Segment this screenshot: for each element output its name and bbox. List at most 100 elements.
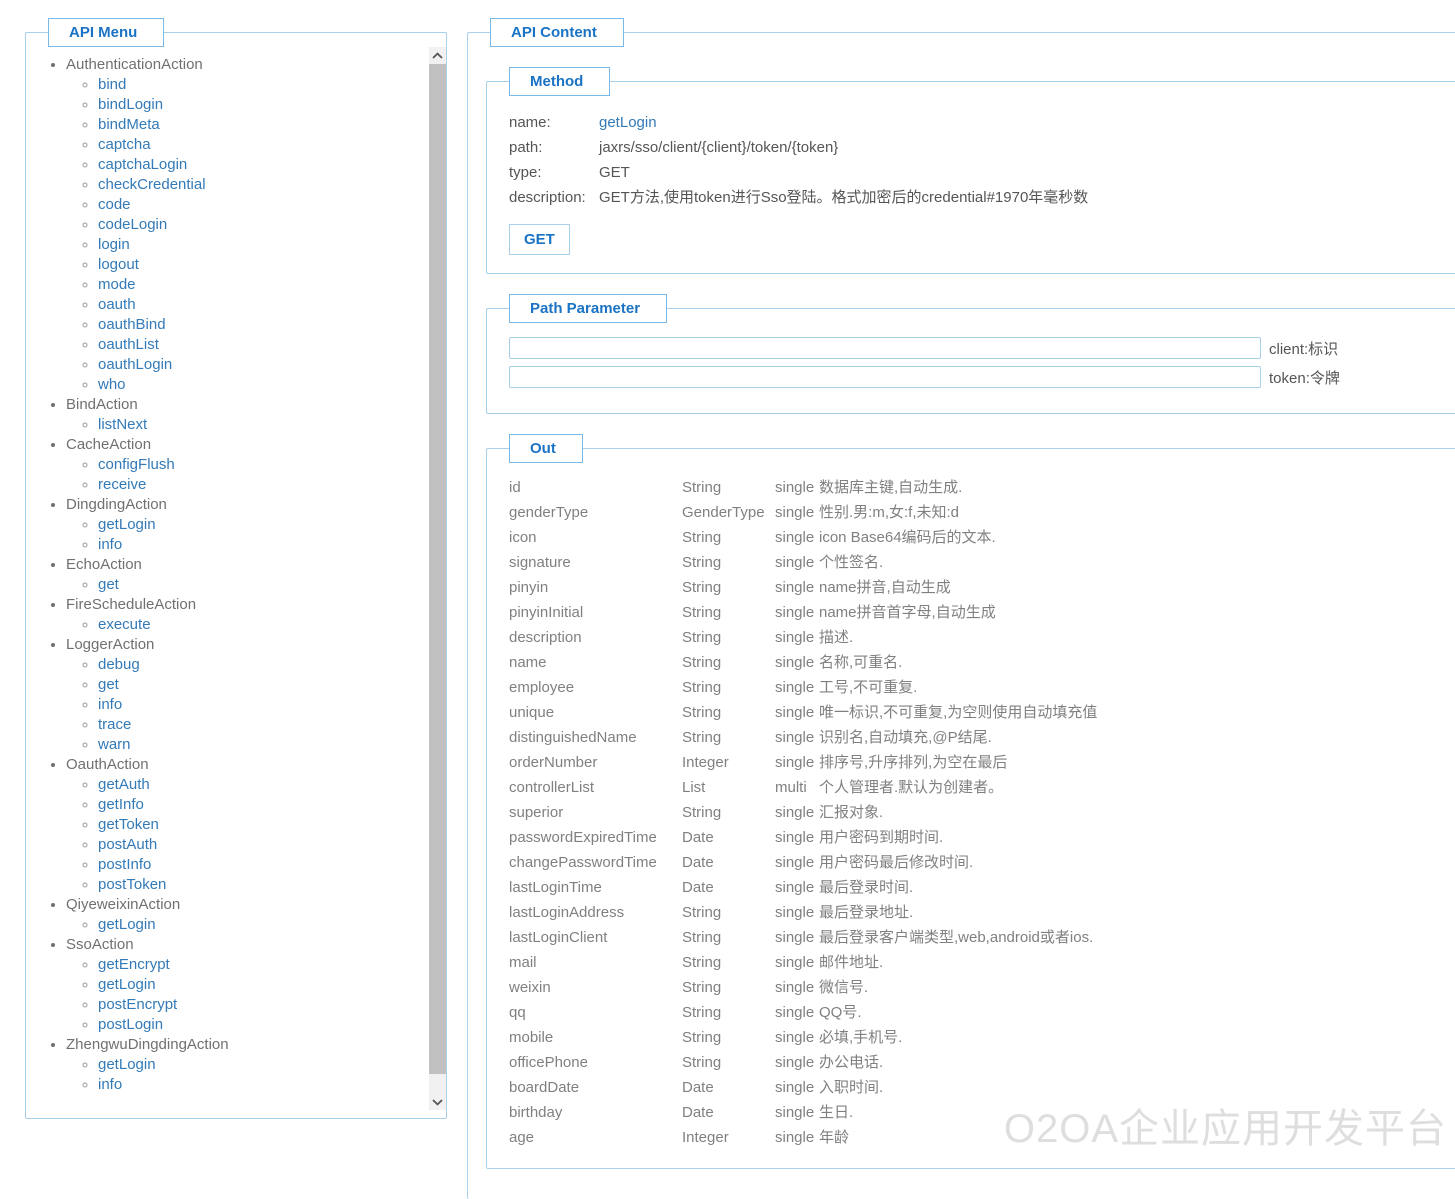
out-field-description: 识别名,自动填充,@P结尾. [819, 725, 1455, 750]
api-menu-group-label: FireScheduleAction [66, 596, 196, 613]
out-field-description: 个人管理者.默认为创建者。 [819, 775, 1455, 800]
api-menu-item-link[interactable]: captcha [98, 136, 151, 153]
out-field-description: 办公电话. [819, 1050, 1455, 1075]
api-menu-item-link[interactable]: oauthBind [98, 316, 166, 333]
api-menu-item-link[interactable]: oauth [98, 296, 136, 313]
api-menu-item-link[interactable]: configFlush [98, 456, 175, 473]
api-menu-item: login [98, 235, 446, 255]
api-menu-item-link[interactable]: info [98, 696, 122, 713]
api-menu-item: who [98, 375, 446, 395]
out-field-name: lastLoginTime [509, 875, 682, 900]
scrollbar-thumb[interactable] [429, 64, 446, 1074]
api-menu-item-link[interactable]: logout [98, 256, 139, 273]
api-menu-item-link[interactable]: postAuth [98, 836, 157, 853]
out-field-type: String [682, 975, 775, 1000]
out-field-type: String [682, 1000, 775, 1025]
api-menu-item-link[interactable]: get [98, 576, 119, 593]
out-field-name: officePhone [509, 1050, 682, 1075]
api-menu-item-link[interactable]: bindMeta [98, 116, 160, 133]
out-row: changePasswordTimeDatesingle用户密码最后修改时间. [509, 850, 1455, 875]
api-menu-item-link[interactable]: oauthList [98, 336, 159, 353]
api-menu-item-link[interactable]: info [98, 536, 122, 553]
api-menu-item-link[interactable]: getInfo [98, 796, 144, 813]
out-field-description: 必填,手机号. [819, 1025, 1455, 1050]
out-field-name: description [509, 625, 682, 650]
api-menu-item: getEncrypt [98, 955, 446, 975]
api-menu-item: getLogin [98, 515, 446, 535]
execute-get-button[interactable]: GET [509, 224, 570, 255]
api-menu-group-label: OauthAction [66, 756, 149, 773]
out-row: employeeStringsingle工号,不可重复. [509, 675, 1455, 700]
api-menu-item: postLogin [98, 1015, 446, 1035]
out-row: idStringsingle数据库主键,自动生成. [509, 475, 1455, 500]
api-menu-item-link[interactable]: mode [98, 276, 136, 293]
out-field-name: qq [509, 1000, 682, 1025]
path-parameter-legend: Path Parameter [509, 294, 667, 323]
api-menu-item-link[interactable]: postToken [98, 876, 166, 893]
path-parameter-input-0[interactable] [509, 337, 1261, 359]
out-field-name: age [509, 1125, 682, 1150]
api-menu-item-link[interactable]: checkCredential [98, 176, 206, 193]
chevron-up-icon[interactable] [429, 47, 446, 64]
out-field-multiplicity: single [775, 1075, 819, 1100]
api-menu-item-link[interactable]: login [98, 236, 130, 253]
api-menu-item-link[interactable]: getEncrypt [98, 956, 170, 973]
out-field-type: String [682, 675, 775, 700]
api-menu-item: debug [98, 655, 446, 675]
out-field-description: 最后登录地址. [819, 900, 1455, 925]
out-field-description: 最后登录客户端类型,web,android或者ios. [819, 925, 1455, 950]
method-name-value[interactable]: getLogin [599, 110, 657, 135]
api-menu-item-link[interactable]: getLogin [98, 1056, 156, 1073]
out-row: iconStringsingleicon Base64编码后的文本. [509, 525, 1455, 550]
api-menu-group: LoggerActiondebuggetinfotracewarn [66, 635, 446, 755]
chevron-down-icon[interactable] [429, 1093, 446, 1110]
api-menu-item: trace [98, 715, 446, 735]
out-field-multiplicity: single [775, 550, 819, 575]
out-field-multiplicity: single [775, 575, 819, 600]
api-menu-item-link[interactable]: getLogin [98, 976, 156, 993]
out-field-name: orderNumber [509, 750, 682, 775]
out-field-type: String [682, 950, 775, 975]
api-menu-item: bindMeta [98, 115, 446, 135]
out-row: passwordExpiredTimeDatesingle用户密码到期时间. [509, 825, 1455, 850]
api-menu-item-link[interactable]: bind [98, 76, 126, 93]
out-field-multiplicity: single [775, 950, 819, 975]
api-menu-item-link[interactable]: codeLogin [98, 216, 167, 233]
out-field-multiplicity: single [775, 725, 819, 750]
api-menu-item-link[interactable]: debug [98, 656, 140, 673]
path-parameter-input-1[interactable] [509, 366, 1261, 388]
api-menu-item-link[interactable]: getLogin [98, 916, 156, 933]
api-menu-item-link[interactable]: postInfo [98, 856, 151, 873]
api-menu-item-link[interactable]: postEncrypt [98, 996, 177, 1013]
api-menu-scroll-area[interactable]: AuthenticationActionbindbindLoginbindMet… [26, 47, 446, 1118]
api-menu-item-link[interactable]: warn [98, 736, 131, 753]
out-field-multiplicity: single [775, 1050, 819, 1075]
out-field-name: mail [509, 950, 682, 975]
api-menu-item-link[interactable]: listNext [98, 416, 147, 433]
api-menu-item-link[interactable]: getToken [98, 816, 159, 833]
api-menu-item-link[interactable]: trace [98, 716, 131, 733]
api-menu-item-link[interactable]: code [98, 196, 131, 213]
api-menu-item-link[interactable]: who [98, 376, 126, 393]
out-field-description: name拼音,自动生成 [819, 575, 1455, 600]
out-body: idStringsingle数据库主键,自动生成.genderTypeGende… [487, 463, 1455, 1150]
api-menu-item-link[interactable]: getLogin [98, 516, 156, 533]
api-menu-item-link[interactable]: info [98, 1076, 122, 1093]
api-menu-group: QiyeweixinActiongetLogin [66, 895, 446, 935]
api-menu-item: code [98, 195, 446, 215]
api-menu-item-link[interactable]: bindLogin [98, 96, 163, 113]
api-menu-scrollbar[interactable] [429, 47, 446, 1110]
api-menu-item-link[interactable]: captchaLogin [98, 156, 187, 173]
out-field-name: passwordExpiredTime [509, 825, 682, 850]
api-menu-item: getAuth [98, 775, 446, 795]
api-menu-item-link[interactable]: postLogin [98, 1016, 163, 1033]
api-menu-sublist: getEncrypt getLogin postEncrypt postLogin [66, 955, 446, 1035]
api-menu-item-link[interactable]: oauthLogin [98, 356, 172, 373]
api-menu-item: mode [98, 275, 446, 295]
api-menu-item-link[interactable]: receive [98, 476, 146, 493]
out-field-description: icon Base64编码后的文本. [819, 525, 1455, 550]
api-menu-item-link[interactable]: get [98, 676, 119, 693]
api-menu-item-link[interactable]: getAuth [98, 776, 150, 793]
api-menu-item-link[interactable]: execute [98, 616, 151, 633]
api-explorer-page: API Menu AuthenticationActionbindbindLog… [0, 0, 1455, 1156]
